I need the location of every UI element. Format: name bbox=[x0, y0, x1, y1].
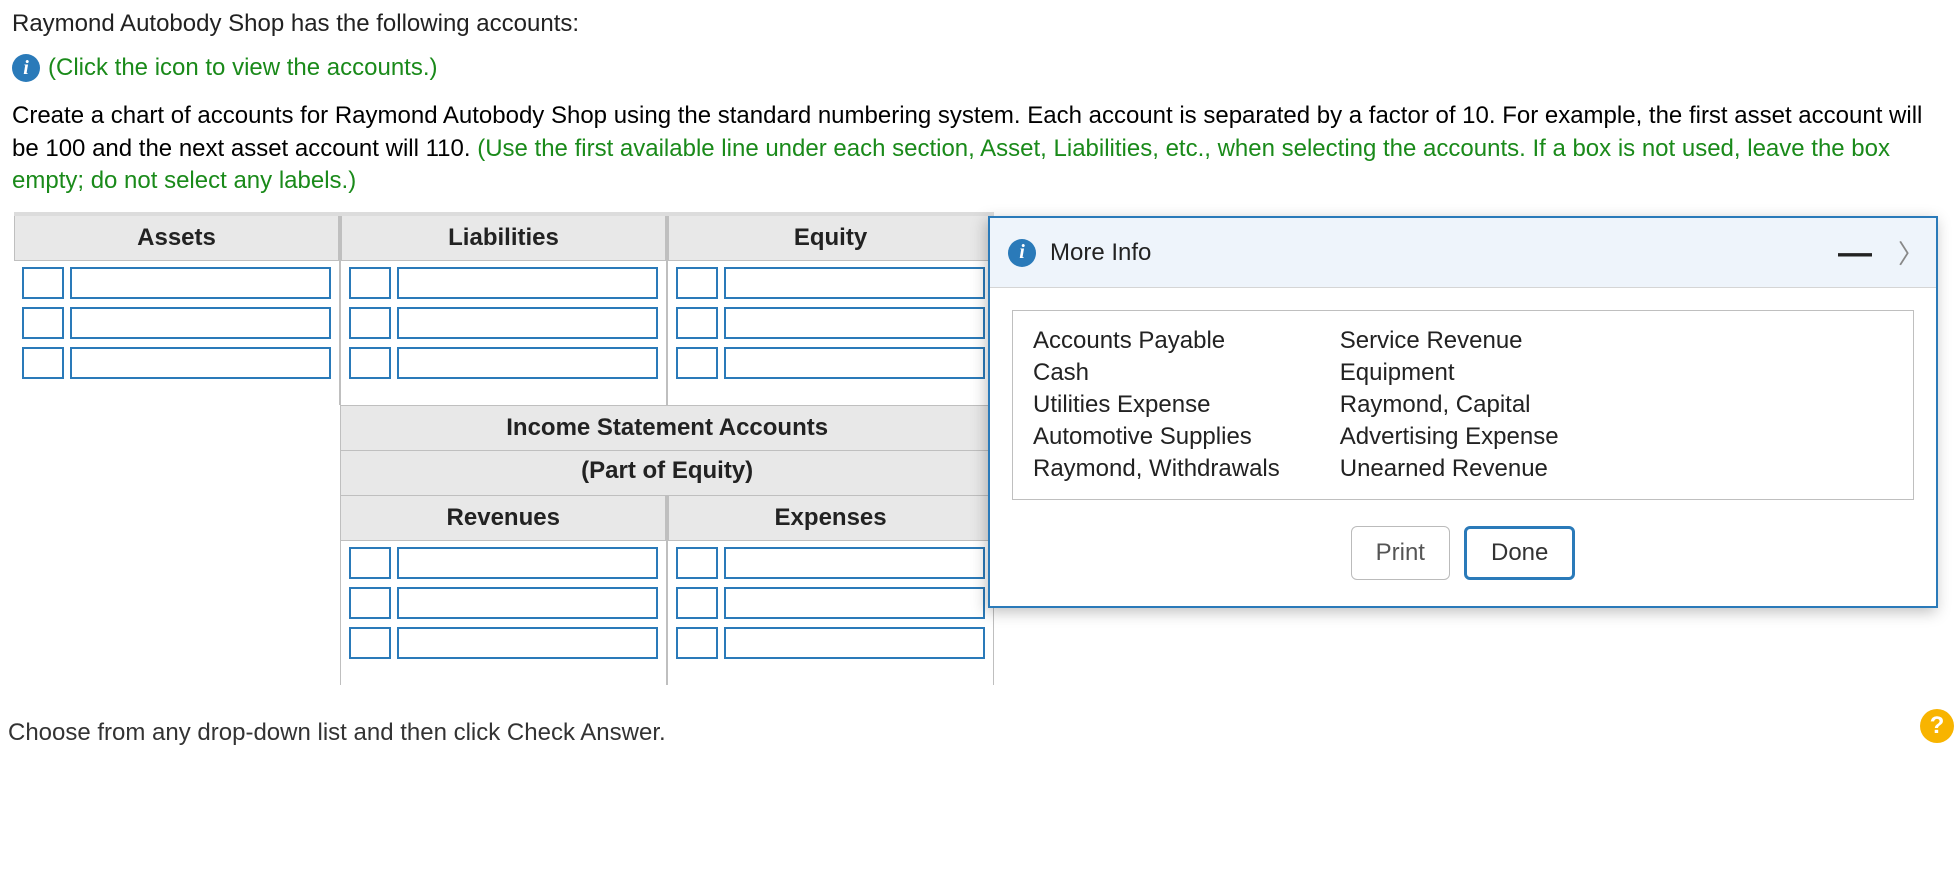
rev-num-3[interactable] bbox=[349, 627, 391, 659]
equity-label-2[interactable] bbox=[724, 307, 985, 339]
rev-label-2[interactable] bbox=[397, 587, 658, 619]
account-item: Automotive Supplies bbox=[1033, 423, 1280, 451]
liab-label-2[interactable] bbox=[397, 307, 658, 339]
equity-label-3[interactable] bbox=[724, 347, 985, 379]
popup-title: More Info bbox=[1050, 239, 1151, 267]
accounts-col-left: Accounts Payable Cash Utilities Expense … bbox=[1033, 327, 1280, 483]
asset-label-1[interactable] bbox=[70, 267, 331, 299]
asset-label-3[interactable] bbox=[70, 347, 331, 379]
help-icon[interactable]: ? bbox=[1920, 709, 1954, 743]
account-item: Service Revenue bbox=[1340, 327, 1559, 355]
exp-num-1[interactable] bbox=[676, 547, 718, 579]
exp-label-3[interactable] bbox=[724, 627, 985, 659]
account-item: Accounts Payable bbox=[1033, 327, 1280, 355]
done-button[interactable]: Done bbox=[1464, 526, 1575, 580]
worksheet: Assets Liabilities Equity bbox=[14, 212, 994, 695]
minimize-icon[interactable]: — bbox=[1838, 248, 1872, 258]
asset-num-3[interactable] bbox=[22, 347, 64, 379]
spacer-column bbox=[14, 405, 341, 685]
asset-num-2[interactable] bbox=[22, 307, 64, 339]
popup-header: i More Info — 〉 bbox=[990, 218, 1936, 288]
rev-num-2[interactable] bbox=[349, 587, 391, 619]
account-item: Advertising Expense bbox=[1340, 423, 1559, 451]
equity-num-1[interactable] bbox=[676, 267, 718, 299]
asset-label-2[interactable] bbox=[70, 307, 331, 339]
instructions-paragraph: Create a chart of accounts for Raymond A… bbox=[12, 100, 1932, 197]
expenses-header: Expenses bbox=[668, 496, 993, 541]
print-button[interactable]: Print bbox=[1351, 526, 1450, 580]
info-hint-row: i (Click the icon to view the accounts.) bbox=[12, 54, 1954, 82]
asset-num-1[interactable] bbox=[22, 267, 64, 299]
equity-num-3[interactable] bbox=[676, 347, 718, 379]
rev-label-3[interactable] bbox=[397, 627, 658, 659]
liab-label-3[interactable] bbox=[397, 347, 658, 379]
exp-num-3[interactable] bbox=[676, 627, 718, 659]
income-statement-subheader: (Part of Equity) bbox=[341, 451, 994, 496]
info-hint-text: (Click the icon to view the accounts.) bbox=[48, 54, 438, 82]
account-item: Equipment bbox=[1340, 359, 1559, 387]
equity-label-1[interactable] bbox=[724, 267, 985, 299]
liabilities-header: Liabilities bbox=[341, 216, 666, 261]
account-item: Utilities Expense bbox=[1033, 391, 1280, 419]
intro-line-1: Raymond Autobody Shop has the following … bbox=[12, 8, 1932, 40]
liab-num-3[interactable] bbox=[349, 347, 391, 379]
revenues-header: Revenues bbox=[341, 496, 666, 541]
exp-num-2[interactable] bbox=[676, 587, 718, 619]
rev-label-1[interactable] bbox=[397, 547, 658, 579]
equity-num-2[interactable] bbox=[676, 307, 718, 339]
assets-header: Assets bbox=[14, 216, 339, 261]
more-info-popup: i More Info — 〉 Accounts Payable Cash Ut… bbox=[988, 216, 1938, 608]
liab-num-1[interactable] bbox=[349, 267, 391, 299]
account-item: Cash bbox=[1033, 359, 1280, 387]
income-statement-header: Income Statement Accounts bbox=[341, 405, 994, 451]
account-item: Unearned Revenue bbox=[1340, 455, 1559, 483]
info-icon: i bbox=[1008, 239, 1036, 267]
liab-num-2[interactable] bbox=[349, 307, 391, 339]
rev-num-1[interactable] bbox=[349, 547, 391, 579]
liab-label-1[interactable] bbox=[397, 267, 658, 299]
accounts-box: Accounts Payable Cash Utilities Expense … bbox=[1012, 310, 1914, 500]
exp-label-2[interactable] bbox=[724, 587, 985, 619]
account-item: Raymond, Withdrawals bbox=[1033, 455, 1280, 483]
footer-instruction: Choose from any drop-down list and then … bbox=[8, 719, 1954, 747]
exp-label-1[interactable] bbox=[724, 547, 985, 579]
info-icon[interactable]: i bbox=[12, 54, 40, 82]
equity-header: Equity bbox=[668, 216, 993, 261]
accounts-col-right: Service Revenue Equipment Raymond, Capit… bbox=[1340, 327, 1559, 483]
expand-icon[interactable]: 〉 bbox=[1898, 234, 1924, 271]
account-item: Raymond, Capital bbox=[1340, 391, 1559, 419]
